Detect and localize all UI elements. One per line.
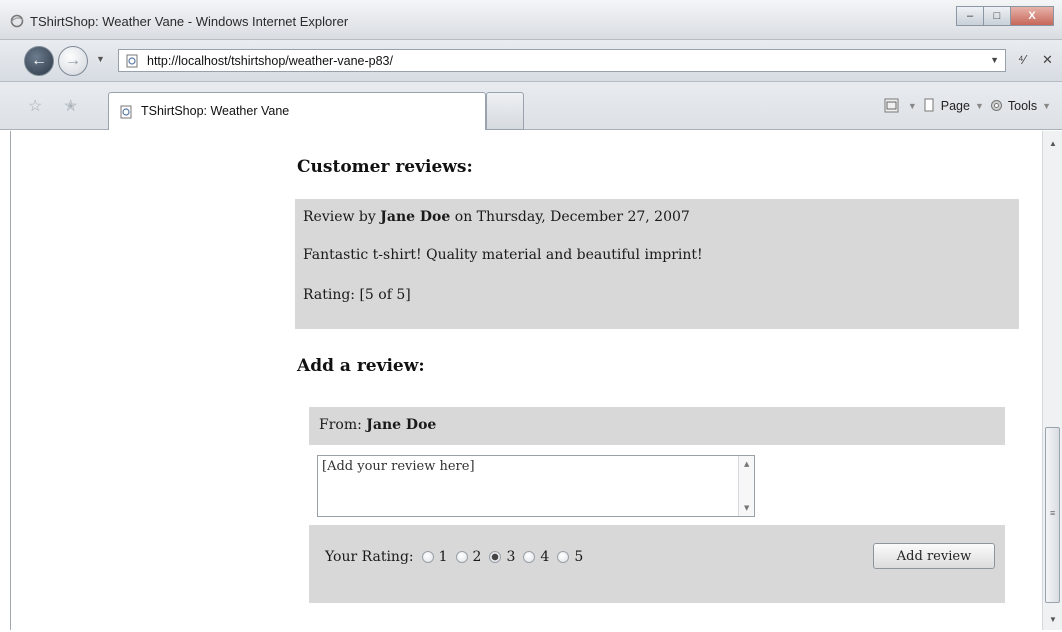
window-title: TShirtShop: Weather Vane - Windows Inter…: [30, 14, 349, 29]
star-icon[interactable]: ☆: [28, 96, 42, 116]
page-menu[interactable]: Page: [941, 99, 970, 113]
maximize-button[interactable]: □: [983, 6, 1011, 26]
grip-icon: ≡: [1050, 508, 1056, 518]
print-icon[interactable]: [922, 98, 937, 113]
new-tab-button[interactable]: [486, 92, 524, 130]
scroll-up-icon[interactable]: ▲: [1049, 139, 1057, 148]
close-button[interactable]: X: [1010, 6, 1054, 26]
url-dropdown-icon[interactable]: ▼: [990, 55, 999, 65]
tab-toolbar: ☆ ✭ TShirtShop: Weather Vane ▼ Page ▼ To…: [0, 82, 1062, 130]
add-review-heading: Add a review:: [297, 356, 425, 376]
stop-button[interactable]: ✕: [1042, 52, 1053, 68]
page-icon: [120, 105, 132, 119]
feed-icon[interactable]: [884, 98, 899, 113]
rating-option-label: 2: [472, 549, 482, 565]
review-date: on Thursday, December 27, 2007: [450, 209, 690, 225]
review-author: Jane Doe: [380, 209, 451, 225]
page-dropdown-icon[interactable]: ▼: [975, 101, 984, 111]
review-card: Review by Jane Doe on Thursday, December…: [295, 199, 1019, 329]
command-bar: ▼ Page ▼ Tools ▼: [884, 98, 1056, 113]
minimize-button[interactable]: –: [956, 6, 984, 26]
forward-arrow-icon: →: [65, 52, 81, 69]
history-dropdown-icon[interactable]: ▼: [96, 54, 105, 64]
from-label: From:: [319, 417, 367, 433]
rating-row-box: Your Rating: 1 2 3 4 5 Add review: [309, 525, 1005, 603]
rating-selector: Your Rating: 1 2 3 4 5: [325, 549, 583, 565]
forward-button[interactable]: →: [58, 46, 88, 76]
tools-dropdown-icon[interactable]: ▼: [1042, 101, 1051, 111]
tab-label: TShirtShop: Weather Vane: [141, 104, 290, 118]
rating-radio-4[interactable]: [523, 551, 536, 563]
address-field[interactable]: http://localhost/tshirtshop/weather-vane…: [118, 49, 1006, 72]
rating-option-label: 5: [574, 549, 584, 565]
rating-radio-5[interactable]: [557, 551, 570, 563]
refresh-button[interactable]: ⁴⁄: [1018, 52, 1026, 67]
ie-icon: [10, 14, 24, 28]
rating-option-label: 4: [540, 549, 550, 565]
rating-radio-2[interactable]: [455, 551, 468, 563]
page-scrollbar[interactable]: ▲ ≡ ▼: [1042, 131, 1062, 630]
url-text[interactable]: http://localhost/tshirtshop/weather-vane…: [147, 54, 393, 68]
review-from-row: From: Jane Doe: [309, 407, 1005, 445]
add-favorite-icon[interactable]: ✭: [64, 96, 77, 116]
review-textarea[interactable]: [Add your review here] ▲ ▼: [317, 455, 755, 517]
review-text: Fantastic t-shirt! Quality material and …: [303, 247, 703, 263]
scrollbar-thumb[interactable]: ≡: [1045, 427, 1060, 603]
tools-menu[interactable]: Tools: [1008, 99, 1037, 113]
add-review-button[interactable]: Add review: [873, 543, 995, 569]
feed-dropdown-icon[interactable]: ▼: [908, 101, 917, 111]
rating-option-label: 1: [438, 549, 448, 565]
scroll-up-icon[interactable]: ▲: [744, 460, 749, 468]
page-icon: [126, 54, 138, 68]
address-toolbar: ← → ▼ http://localhost/tshirtshop/weathe…: [0, 40, 1062, 82]
customer-reviews-heading: Customer reviews:: [297, 157, 473, 177]
rating-radio-1[interactable]: [421, 551, 434, 563]
scroll-down-icon[interactable]: ▼: [1049, 615, 1057, 624]
tab-weather-vane[interactable]: TShirtShop: Weather Vane: [108, 92, 486, 130]
textarea-scrollbar[interactable]: ▲ ▼: [738, 456, 754, 516]
review-by-prefix: Review by: [303, 209, 381, 225]
from-name: Jane Doe: [366, 417, 437, 433]
your-rating-label: Your Rating:: [325, 549, 414, 565]
rating-radio-3[interactable]: [489, 551, 502, 563]
review-rating: Rating: [5 of 5]: [303, 287, 411, 303]
back-button[interactable]: ←: [24, 46, 54, 76]
gear-icon[interactable]: [989, 98, 1004, 113]
window-titlebar: TShirtShop: Weather Vane - Windows Inter…: [0, 0, 1062, 40]
page-viewport: Customer reviews: Review by Jane Doe on …: [10, 131, 1042, 630]
review-byline: Review by Jane Doe on Thursday, December…: [303, 209, 690, 225]
back-arrow-icon: ←: [31, 52, 47, 69]
rating-option-label: 3: [506, 549, 516, 565]
review-from: From: Jane Doe: [319, 417, 436, 433]
window-controls: – □ X: [956, 6, 1054, 26]
scroll-down-icon[interactable]: ▼: [744, 504, 749, 512]
review-textarea-value[interactable]: [Add your review here]: [322, 459, 475, 474]
